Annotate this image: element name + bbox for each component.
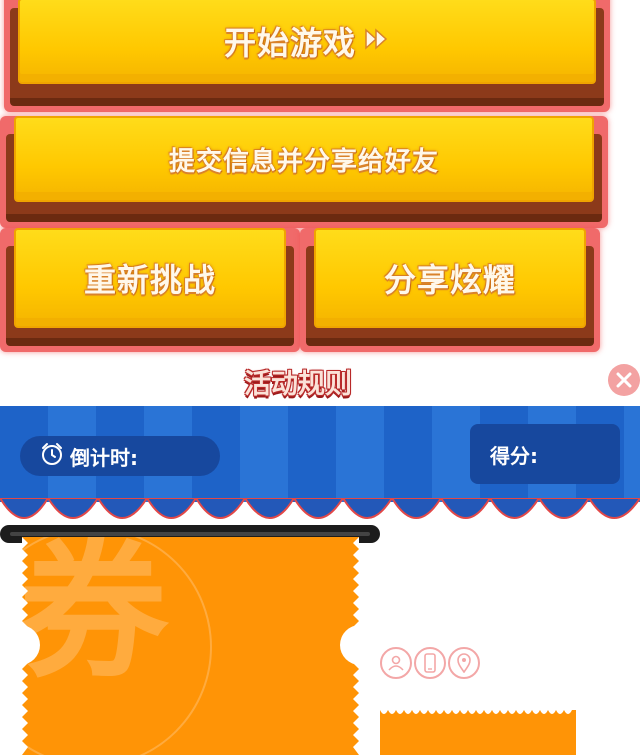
play-forward-icon	[364, 28, 390, 54]
button-face: 提交信息并分享给好友	[14, 116, 594, 202]
retry-label: 重新挑战	[83, 261, 216, 299]
retry-button[interactable]: 重新挑战	[0, 228, 300, 352]
coupon-notch-right	[340, 625, 359, 665]
start-game-button[interactable]: 开始游戏	[4, 0, 610, 112]
share-show-button[interactable]: 分享炫耀	[300, 228, 600, 352]
close-button[interactable]	[608, 364, 640, 396]
form-icons	[380, 647, 480, 679]
ticket-strip	[380, 710, 576, 755]
coupon-seal-char: 券	[22, 537, 169, 699]
alarm-clock-icon	[40, 442, 64, 470]
submit-share-button[interactable]: 提交信息并分享给好友	[0, 116, 608, 228]
button-face: 开始游戏	[18, 0, 596, 84]
button-face: 重新挑战	[14, 228, 286, 328]
score-label: 得分:	[490, 443, 538, 468]
share-show-label: 分享炫耀	[383, 261, 516, 299]
score-box: 得分:	[470, 424, 620, 484]
countdown-timer: 倒计时:	[20, 436, 220, 476]
phone-icon	[414, 647, 446, 679]
button-face: 分享炫耀	[314, 228, 586, 328]
timer-label: 倒计时:	[70, 445, 138, 470]
awning-scallops	[0, 498, 640, 519]
start-game-label: 开始游戏	[223, 24, 356, 62]
submit-share-label: 提交信息并分享给好友	[168, 146, 439, 177]
ticket-strip-edge	[380, 710, 576, 714]
user-icon	[380, 647, 412, 679]
close-icon	[616, 372, 632, 388]
location-icon	[448, 647, 480, 679]
rules-link[interactable]: 活动规则	[244, 362, 352, 401]
awning-header: 倒计时: 得分:	[0, 406, 640, 526]
coupon-ticket: 券	[22, 537, 359, 755]
